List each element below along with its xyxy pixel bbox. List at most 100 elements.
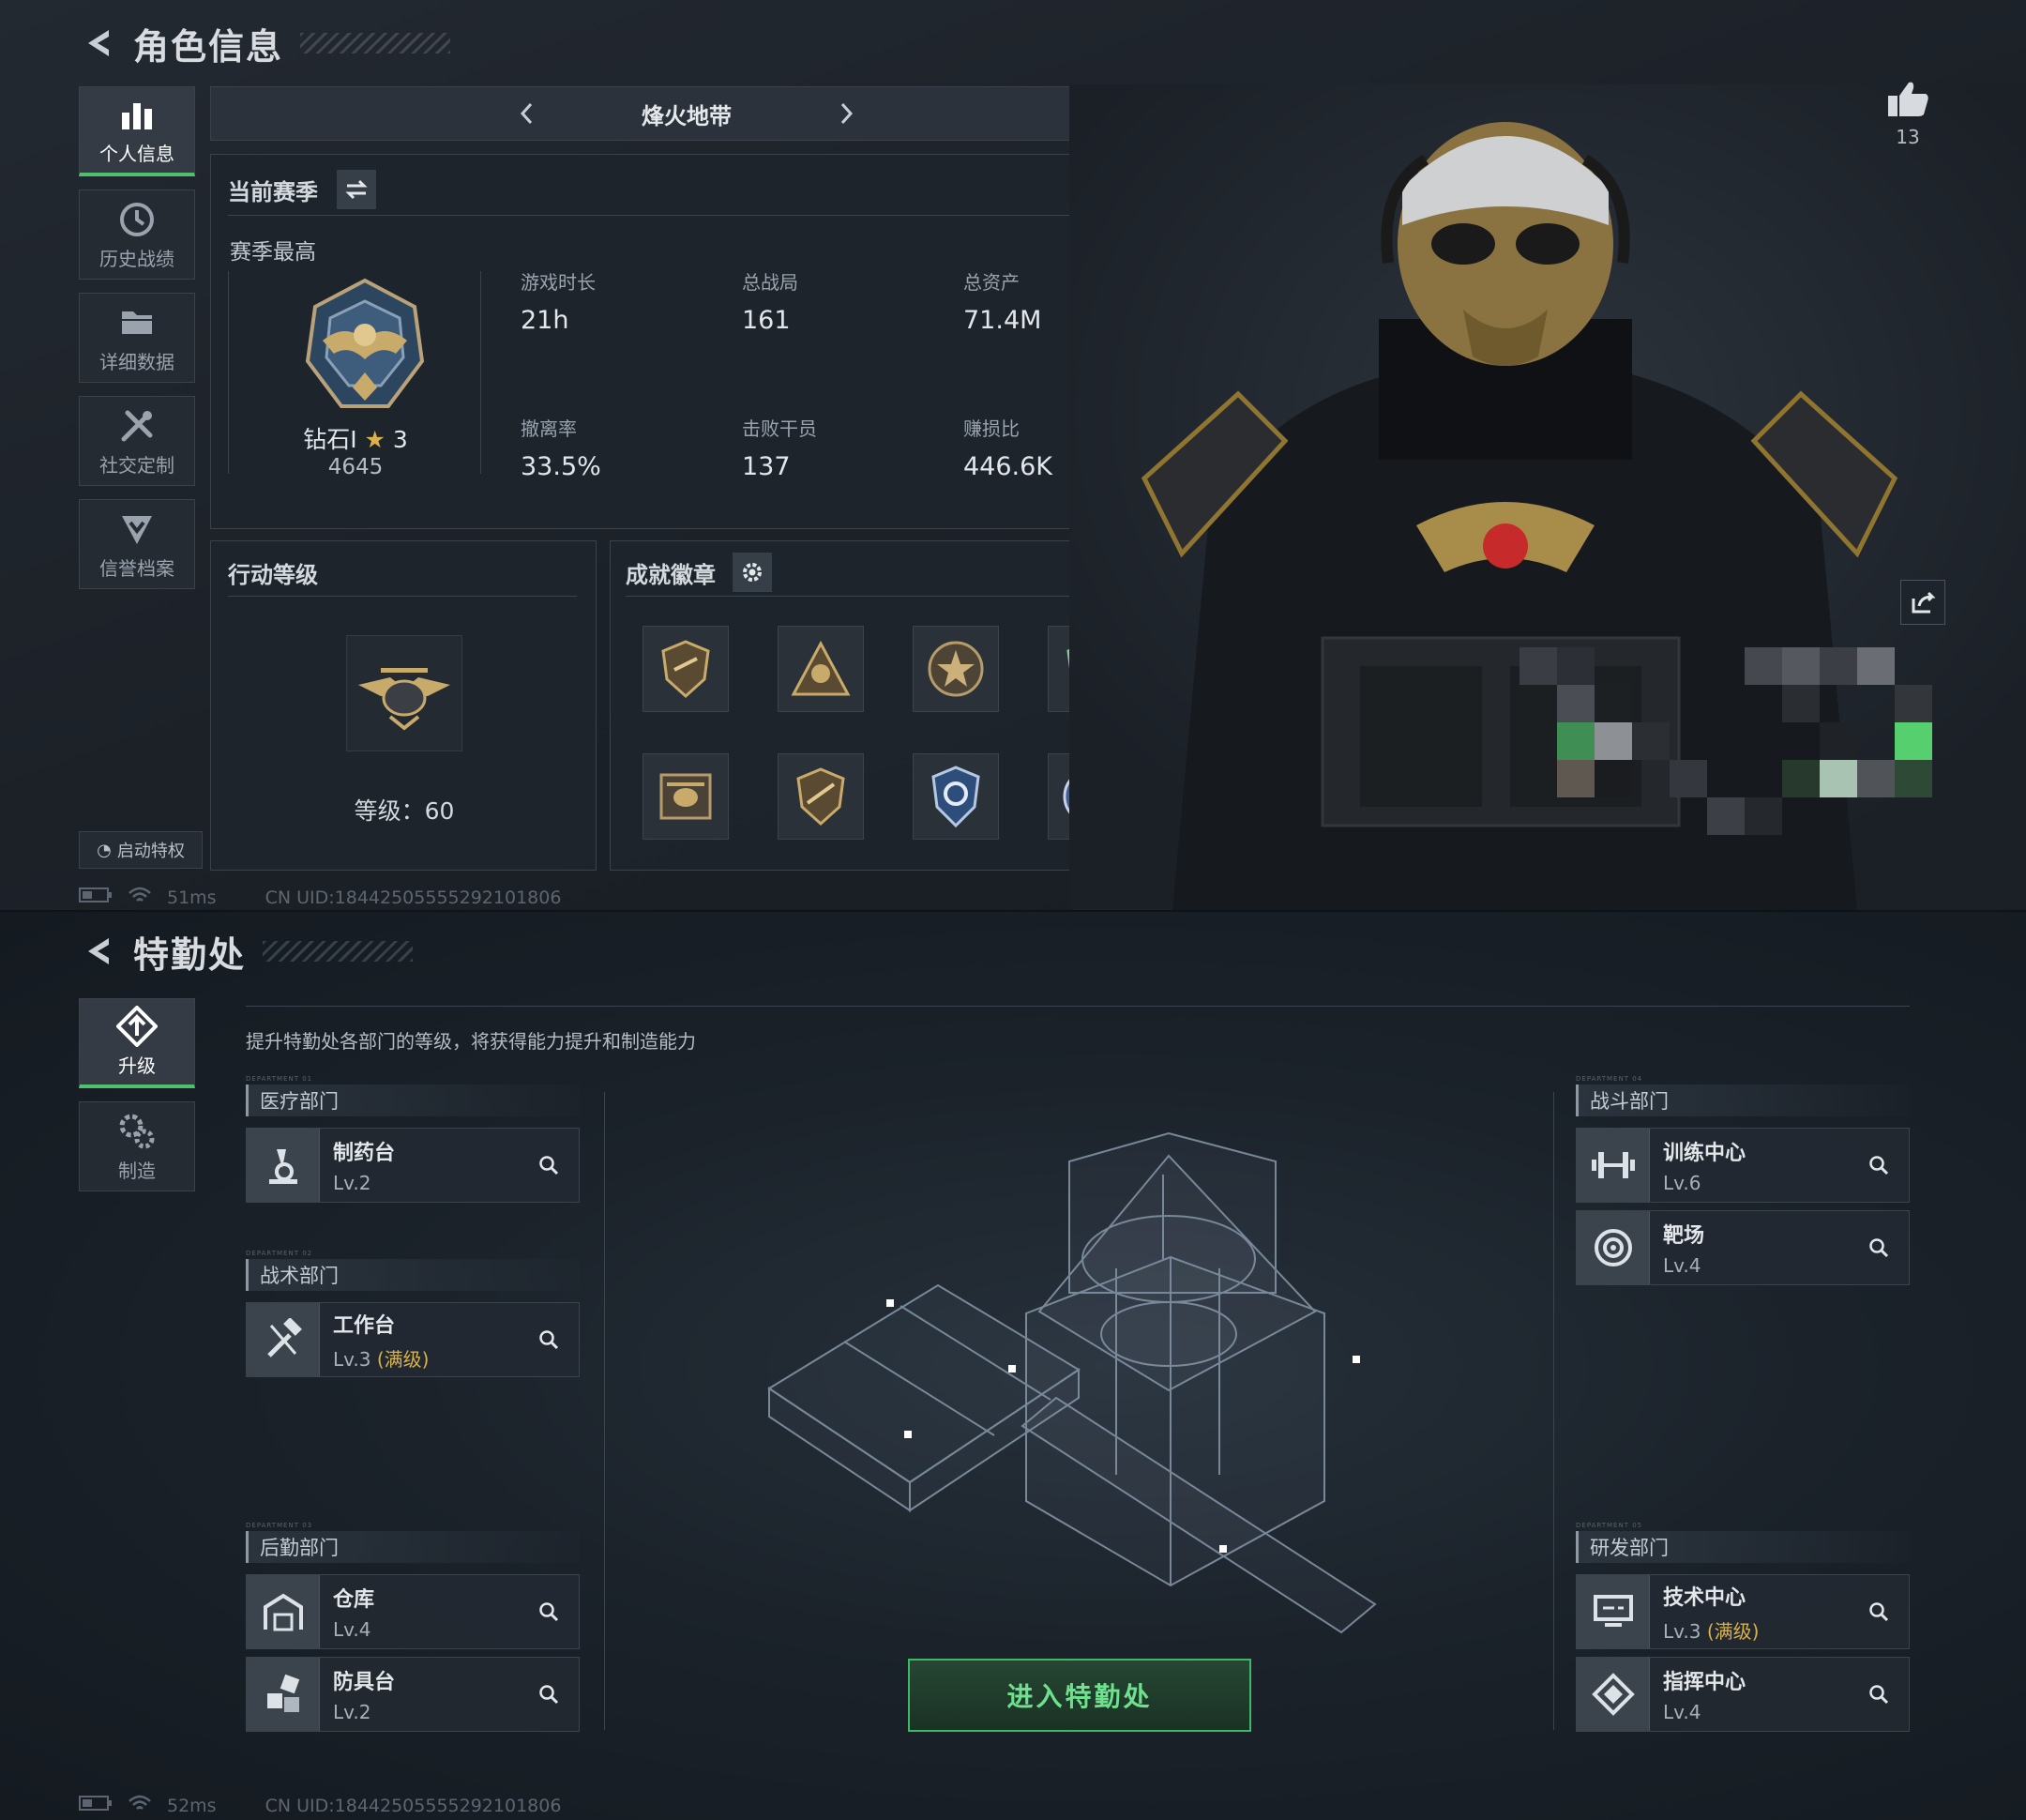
- wrench-icon: [114, 405, 159, 447]
- back-arrow-icon[interactable]: [79, 931, 120, 972]
- building-wireframe: [750, 1118, 1407, 1681]
- facility-warehouse[interactable]: 仓库 Lv.4: [246, 1574, 580, 1649]
- magnifier-icon[interactable]: [1860, 1676, 1897, 1713]
- target-icon: [1577, 1211, 1650, 1284]
- badge-triangle-skull-icon[interactable]: [778, 626, 864, 712]
- facility-shooting-range[interactable]: 靶场 Lv.4: [1576, 1210, 1910, 1285]
- dept-tag: DEPARTMENT 05: [1576, 1522, 1643, 1529]
- magnifier-icon[interactable]: [530, 1146, 567, 1184]
- rank-score: 4645: [327, 455, 384, 479]
- dept-tag: DEPARTMENT 04: [1576, 1075, 1643, 1083]
- facility-level: Lv.4: [333, 1618, 371, 1641]
- facility-level: Lv.2: [333, 1172, 371, 1194]
- achievements-title: 成就徽章: [626, 561, 716, 588]
- nav-label: 个人信息: [99, 143, 174, 165]
- badge-helicopter-icon[interactable]: [643, 753, 729, 840]
- magnifier-icon[interactable]: [530, 1593, 567, 1630]
- facility-workbench[interactable]: 工作台 Lv.3 (满级): [246, 1302, 580, 1377]
- facility-armor-bench[interactable]: 防具台 Lv.2: [246, 1657, 580, 1732]
- warehouse-icon: [247, 1575, 320, 1648]
- magnifier-icon[interactable]: [530, 1676, 567, 1713]
- left-bracket-line: [604, 1092, 605, 1730]
- nav-upgrade[interactable]: 升级: [79, 998, 195, 1088]
- magnifier-icon[interactable]: [1860, 1146, 1897, 1184]
- stat-value: 161: [742, 306, 791, 335]
- mode-prev-icon[interactable]: [508, 95, 546, 132]
- facility-training-center[interactable]: 训练中心 Lv.6: [1576, 1128, 1910, 1203]
- bar-chart-icon: [114, 94, 159, 135]
- stat-value: 137: [742, 452, 791, 481]
- rank-emblem-icon: [295, 275, 435, 416]
- facility-command-center[interactable]: 指挥中心 Lv.4: [1576, 1657, 1910, 1732]
- top-divider: [246, 1006, 1910, 1007]
- header: 特勤处: [79, 925, 414, 978]
- facility-pharmacy[interactable]: 制药台 Lv.2: [246, 1128, 580, 1203]
- magnifier-icon[interactable]: [1860, 1593, 1897, 1630]
- facility-name: 仓库: [333, 1588, 375, 1612]
- helicopter-badge-icon: [346, 635, 462, 751]
- mode-selector: 烽火地带: [210, 86, 1163, 141]
- facility-tech-center[interactable]: 技术中心 Lv.3 (满级): [1576, 1574, 1910, 1649]
- thumbs-up-icon: [1882, 79, 1934, 122]
- wifi-icon: [128, 1794, 152, 1817]
- nav-social-custom[interactable]: 社交定制: [79, 396, 195, 486]
- facility-name: 训练中心: [1663, 1142, 1746, 1165]
- facility-level: Lv.3: [333, 1347, 371, 1371]
- nav-craft[interactable]: 制造: [79, 1101, 195, 1191]
- nav-label: 详细数据: [99, 350, 174, 373]
- facility-name: 靶场: [1663, 1224, 1705, 1248]
- hammer-icon: [247, 1303, 320, 1376]
- stat-extract-rate: 撤离率 33.5%: [521, 414, 601, 481]
- perk-button[interactable]: ◔ 启动特权: [79, 831, 203, 869]
- badge-shield-eagle-icon[interactable]: [643, 626, 729, 712]
- season-best-label: 赛季最高: [230, 240, 316, 265]
- divider: [228, 596, 577, 597]
- action-level-value: 等级：60: [354, 797, 455, 825]
- nav-detailed-data[interactable]: 详细数据: [79, 293, 195, 383]
- dept-combat: 战斗部门: [1576, 1084, 1910, 1116]
- folder-icon: [114, 302, 159, 343]
- badge-blue-shield-icon[interactable]: [913, 753, 999, 840]
- right-bracket-line: [1553, 1092, 1554, 1730]
- season-header: 当前赛季: [228, 170, 376, 209]
- star-icon: ★: [364, 426, 386, 453]
- dept-tag: DEPARTMENT 03: [246, 1522, 313, 1529]
- nav-history[interactable]: 历史战绩: [79, 190, 195, 280]
- facility-name: 工作台: [333, 1313, 396, 1338]
- facility-name: 制药台: [333, 1142, 396, 1165]
- stat-label: 击败干员: [742, 417, 817, 440]
- nav-credit-profile[interactable]: 信誉档案: [79, 499, 195, 589]
- back-arrow-icon[interactable]: [79, 23, 120, 64]
- action-level-title: 行动等级: [228, 562, 318, 588]
- badge-shield-rifle-icon[interactable]: [778, 753, 864, 840]
- dept-tag: DEPARTMENT 02: [246, 1250, 313, 1257]
- stat-game-time: 游戏时长 21h: [521, 267, 596, 335]
- swap-icon[interactable]: [337, 170, 376, 209]
- max-level-tag: (满级): [1706, 1619, 1760, 1643]
- shield-check-icon: [114, 508, 159, 550]
- dept-medical: 医疗部门: [246, 1084, 580, 1116]
- command-icon: [1577, 1658, 1650, 1731]
- title-hatch-decoration: [263, 941, 414, 962]
- armor-icon: [247, 1658, 320, 1731]
- status-bar: 51ms CN UID:18442505555292101806: [79, 886, 561, 909]
- share-icon[interactable]: [1900, 580, 1945, 625]
- mode-next-icon[interactable]: [827, 95, 865, 132]
- nav-personal-info[interactable]: 个人信息: [79, 86, 195, 176]
- magnifier-icon[interactable]: [530, 1321, 567, 1358]
- stat-value: 446.6K: [963, 452, 1053, 481]
- page-title: 特勤处: [133, 933, 247, 976]
- page-title: 角色信息: [133, 25, 284, 68]
- gear-icon[interactable]: [733, 553, 772, 592]
- magnifier-icon[interactable]: [1860, 1229, 1897, 1266]
- dept-tactical: 战术部门: [246, 1259, 580, 1291]
- like-button[interactable]: 13: [1882, 79, 1934, 148]
- perk-label: 启动特权: [116, 842, 185, 861]
- action-level-panel: 行动等级 等级：60: [210, 540, 597, 871]
- facility-name: 指挥中心: [1663, 1671, 1746, 1694]
- dept-research: 研发部门: [1576, 1531, 1910, 1563]
- facility-name: 技术中心: [1663, 1585, 1746, 1610]
- badge-star-icon[interactable]: [913, 626, 999, 712]
- nav-label: 升级: [118, 1054, 156, 1077]
- enter-special-ops-button[interactable]: 进入特勤处: [908, 1659, 1251, 1732]
